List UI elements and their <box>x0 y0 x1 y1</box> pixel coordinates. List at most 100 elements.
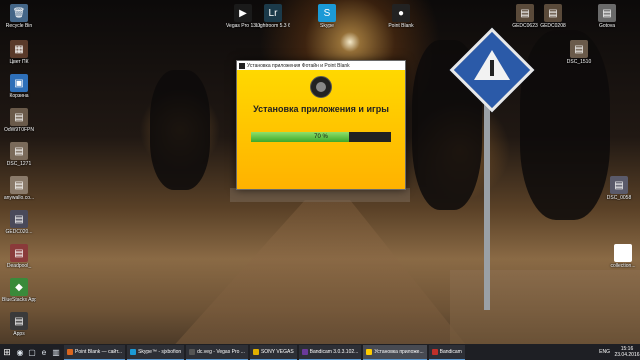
app-icon <box>189 348 196 355</box>
wallpaper-wall <box>230 188 410 202</box>
install-progress-label: 70 % <box>314 134 328 140</box>
file-icon: ▤ <box>10 210 28 228</box>
install-progress-bar: 70 % <box>251 132 391 142</box>
task-view-icon[interactable]: ▢ <box>26 344 38 360</box>
search-icon[interactable]: ◉ <box>14 344 26 360</box>
desktop-icon[interactable]: ◆BlueStacks App Player <box>2 278 36 303</box>
desktop-icon[interactable]: ▤ Gotova <box>590 4 624 29</box>
desktop-icon[interactable]: ▤ DSC_0058 <box>602 176 636 201</box>
taskbar-item[interactable]: Skype™ - sjxbofion <box>127 344 185 360</box>
desktop-icon[interactable]: 🗑 Recycle Bin <box>2 4 36 29</box>
desktop-icon[interactable]: ● Point Blank <box>384 4 418 29</box>
desktop-icon[interactable]: ▦ Цвет ПК <box>2 40 36 65</box>
desktop-icon-label: Gotova <box>598 23 616 29</box>
taskbar-item[interactable]: dc.veg - Vegas Pro ... <box>186 344 248 360</box>
file-icon: ▤ <box>10 142 28 160</box>
desktop-icon-label: DSC_0058 <box>606 195 632 201</box>
edge-icon[interactable]: e <box>38 344 50 360</box>
desktop-icon[interactable]: ▤ DSC_1510 <box>562 40 596 65</box>
clock-date: 23.04.2016 <box>614 352 640 358</box>
taskbar-item-label: Skype™ - sjxbofion <box>138 348 182 355</box>
desktop-icon-label: DSC_1271 <box>6 161 32 167</box>
taskbar-item[interactable]: Point Blank — сайт... <box>64 344 126 360</box>
desktop-icon-label: Lightroom 5.3 64-bit <box>256 23 290 29</box>
desktop-icon-label: Recycle Bin <box>5 23 33 29</box>
desktop-icon[interactable]: ▣ Корзина <box>2 74 36 99</box>
system-tray: ENG 15:16 23.04.2016 <box>599 344 640 360</box>
desktop-icon-label: Skype <box>320 23 334 29</box>
taskbar-item[interactable]: Bandicam 3.0.3.102... <box>298 344 362 360</box>
file-icon: ▶ <box>234 4 252 22</box>
file-icon: Lr <box>264 4 282 22</box>
pedestrian-figure-icon <box>490 60 494 76</box>
desktop-icon[interactable]: ▤ OdW9T0FPN <box>2 108 36 133</box>
taskbar-item-label: Bandicam 3.0.3.102... <box>309 348 359 355</box>
file-icon: S <box>318 4 336 22</box>
file-icon: ▤ <box>516 4 534 22</box>
wallpaper-tree <box>150 70 210 190</box>
installer-heading: Установка приложения и игры <box>253 104 389 114</box>
start-button[interactable]: ⊞ <box>0 344 14 360</box>
desktop-icon-label: GEDC0208 <box>540 23 566 29</box>
file-icon: ▤ <box>570 40 588 58</box>
installer-body: Установка приложения и игры 70 % <box>237 70 405 189</box>
road-sign-pole <box>484 80 490 310</box>
clock[interactable]: 15:16 23.04.2016 <box>614 346 640 358</box>
file-icon: 🗑 <box>10 4 28 22</box>
taskbar-item[interactable]: Bandicam <box>428 344 465 360</box>
file-icon: ▤ <box>598 4 616 22</box>
desktop-icon[interactable]: ▤ Apps <box>2 312 36 337</box>
app-icon <box>130 348 137 355</box>
taskbar-item[interactable]: SONY VEGAS <box>249 344 297 360</box>
taskbar-items: Point Blank — сайт... Skype™ - sjxbofion d… <box>62 344 465 360</box>
taskbar-item-label: SONY VEGAS <box>260 348 294 355</box>
language-indicator[interactable]: ENG <box>599 349 610 355</box>
desktop-icon[interactable]: ▤ GEDC020... <box>2 210 36 235</box>
desktop-icon-label: Корзина <box>9 93 29 99</box>
app-icon <box>431 348 438 355</box>
file-icon: ▤ <box>10 108 28 126</box>
desktop-icon[interactable]: S Skype <box>310 4 344 29</box>
installer-app-icon <box>239 62 245 69</box>
installer-title: Установка приложения Фотайн и Point Blan… <box>247 62 350 69</box>
desktop-icon-label: anywallo.co... <box>3 195 35 201</box>
desktop-icon-label: Vegas Pro 13.0 (64-bit) <box>226 23 260 29</box>
desktop-icon-label: collection... <box>610 263 636 269</box>
file-icon: ▣ <box>10 74 28 92</box>
app-icon <box>67 348 73 355</box>
file-icon: ▦ <box>10 40 28 58</box>
taskbar: ⊞ ◉ ▢ e ▥ Point Blank — сайт... Skype™ - sjx… <box>0 344 640 360</box>
desktop-icon[interactable]: ▤ GEDC0208 <box>536 4 570 29</box>
taskbar-item-label: Bandicam <box>439 348 462 355</box>
desktop-icon[interactable]: LrLightroom 5.3 64-bit <box>256 4 290 29</box>
desktop-icon[interactable]: ▤ collection... <box>606 244 640 269</box>
taskbar-item-label: Установка приложе... <box>374 348 424 355</box>
installer-window[interactable]: Установка приложения Фотайн и Point Blan… <box>236 60 406 190</box>
file-icon: ▤ <box>10 176 28 194</box>
taskbar-item-label: Point Blank — сайт... <box>75 348 123 355</box>
pinned-icons: ◉ ▢ e ▥ <box>14 344 62 360</box>
desktop-icon-label: Цвет ПК <box>9 59 29 65</box>
file-icon: ▤ <box>544 4 562 22</box>
desktop-icon-label: Deadpool_ <box>6 263 32 269</box>
explorer-icon[interactable]: ▥ <box>50 344 62 360</box>
file-icon: ▤ <box>10 312 28 330</box>
point-blank-logo-icon <box>310 76 332 98</box>
installer-title-bar[interactable]: Установка приложения Фотайн и Point Blan… <box>237 61 405 70</box>
app-icon <box>366 348 373 355</box>
file-icon: ▤ <box>10 244 28 262</box>
desktop-icon[interactable]: ▤ Deadpool_ <box>2 244 36 269</box>
file-icon: ◆ <box>10 278 28 296</box>
desktop-icon-label: OdW9T0FPN <box>3 127 34 133</box>
desktop-icon-label: BlueStacks App Player <box>2 297 36 303</box>
file-icon: ● <box>392 4 410 22</box>
desktop-icon-label: GEDC020... <box>5 229 33 235</box>
desktop-icon[interactable]: ▶Vegas Pro 13.0 (64-bit) <box>226 4 260 29</box>
desktop-icon[interactable]: ▤ DSC_1271 <box>2 142 36 167</box>
app-icon <box>301 348 308 355</box>
file-icon: ▤ <box>610 176 628 194</box>
desktop-icon-label: Apps <box>13 331 25 337</box>
desktop-icon[interactable]: ▤ anywallo.co... <box>2 176 36 201</box>
app-icon <box>252 348 259 355</box>
taskbar-item[interactable]: Установка приложе... <box>363 344 427 360</box>
